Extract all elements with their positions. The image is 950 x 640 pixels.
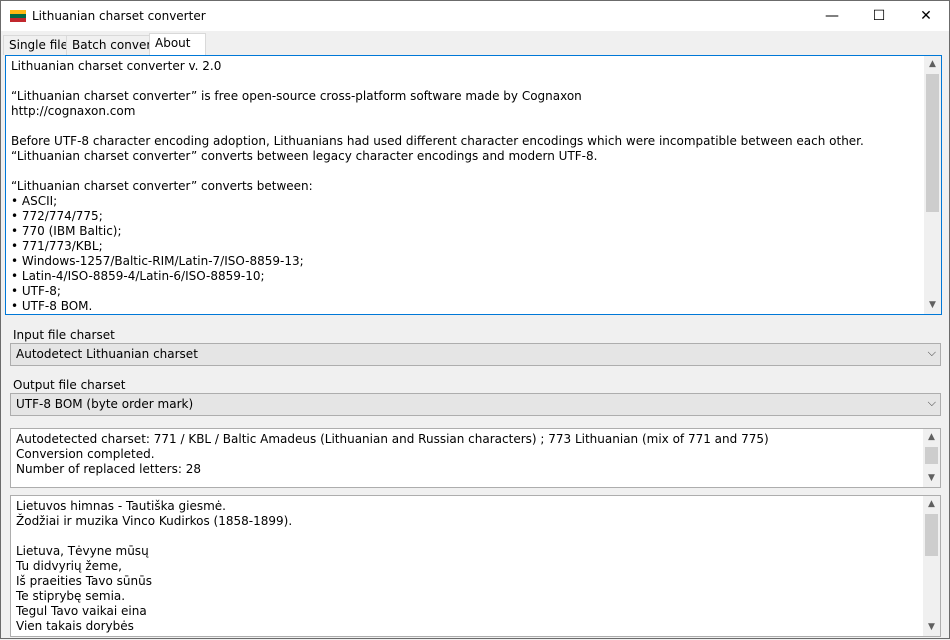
text-line: Lithuanian charset converter v. 2.0	[11, 59, 222, 73]
text-line	[11, 74, 921, 89]
text-line: • ASCII;	[11, 194, 58, 208]
text-line: • Latin-4/ISO-8859-4/Latin-6/ISO-8859-10…	[11, 269, 265, 283]
input-charset-value: Autodetect Lithuanian charset	[16, 347, 198, 361]
text-line: Te stiprybę semia.	[16, 589, 126, 603]
preview-textbox[interactable]: Lietuvos himnas - Tautiška giesmė. Žodžia…	[10, 495, 941, 637]
text-line: • UTF-8 BOM.	[11, 299, 93, 313]
minimize-icon: —	[825, 8, 839, 24]
text-line: “Lithuanian charset converter” converts …	[11, 179, 313, 193]
preview-scrollbar[interactable]: ▲ ▼	[923, 496, 940, 636]
text-line: • 771/773/KBL;	[11, 239, 103, 253]
tab-single-file[interactable]: Single file	[3, 35, 70, 55]
flag-stripe	[10, 18, 26, 22]
scroll-thumb[interactable]	[925, 514, 938, 556]
maximize-icon: ☐	[872, 8, 886, 24]
text-line: Number of replaced letters: 28	[16, 462, 201, 476]
text-line	[11, 119, 921, 134]
text-line: Žodžiai ir muzika Vinco Kudirkos (1858-1…	[16, 514, 293, 528]
title-bar[interactable]: Lithuanian charset converter — ☐ ✕	[0, 0, 950, 31]
text-line: Tegul Tavo vaikai eina	[16, 604, 147, 618]
text-line: http://cognaxon.com	[11, 104, 136, 118]
scroll-thumb[interactable]	[925, 447, 938, 464]
input-charset-label: Input file charset	[13, 328, 115, 342]
text-line: Autodetected charset: 771 / KBL / Baltic…	[16, 432, 769, 446]
tab-batch-convert[interactable]: Batch convert	[66, 35, 158, 55]
about-text: Lithuanian charset converter v. 2.0 “Lith…	[11, 59, 921, 314]
maximize-button[interactable]: ☐	[856, 1, 902, 31]
text-line: • 770 (IBM Baltic);	[11, 224, 122, 238]
chevron-down-icon: ⌵	[927, 396, 936, 409]
chevron-down-icon: ⌵	[927, 346, 936, 359]
text-line: “Lithuanian charset converter” is free o…	[11, 89, 582, 103]
text-line: Conversion completed.	[16, 447, 155, 461]
preview-text: Lietuvos himnas - Tautiška giesmė. Žodžia…	[16, 499, 920, 634]
minimize-button[interactable]: —	[809, 1, 855, 31]
scroll-thumb[interactable]	[926, 74, 939, 212]
text-line: • Windows-1257/Baltic-RIM/Latin-7/ISO-88…	[11, 254, 304, 268]
status-text: Autodetected charset: 771 / KBL / Baltic…	[16, 432, 920, 477]
text-line: “Lithuanian charset converter” converts …	[11, 149, 598, 163]
input-charset-select[interactable]: Autodetect Lithuanian charset ⌵	[10, 343, 941, 366]
scroll-down-icon[interactable]: ▼	[923, 619, 940, 636]
text-line: • 772/774/775;	[11, 209, 103, 223]
text-line: Vien takais dorybės	[16, 619, 134, 633]
text-line: Lietuvos himnas - Tautiška giesmė.	[16, 499, 226, 513]
output-charset-label: Output file charset	[13, 378, 126, 392]
scroll-up-icon[interactable]: ▲	[924, 56, 941, 73]
scroll-down-icon[interactable]: ▼	[924, 297, 941, 314]
output-charset-select[interactable]: UTF-8 BOM (byte order mark) ⌵	[10, 393, 941, 416]
about-textbox[interactable]: Lithuanian charset converter v. 2.0 “Lith…	[5, 55, 942, 315]
status-scrollbar[interactable]: ▲ ▼	[923, 429, 940, 487]
scroll-up-icon[interactable]: ▲	[923, 496, 940, 513]
output-charset-value: UTF-8 BOM (byte order mark)	[16, 397, 194, 411]
close-button[interactable]: ✕	[903, 1, 949, 31]
text-line: • UTF-8;	[11, 284, 61, 298]
scroll-down-icon[interactable]: ▼	[923, 470, 940, 487]
tab-about[interactable]: About	[149, 33, 206, 56]
scroll-up-icon[interactable]: ▲	[923, 429, 940, 446]
text-line: Lietuva, Tėvyne mūsų	[16, 544, 149, 558]
text-line	[16, 529, 920, 544]
text-line: Tu didvyrių žeme,	[16, 559, 122, 573]
window-title: Lithuanian charset converter	[32, 9, 206, 23]
lithuanian-flag-icon	[10, 10, 26, 22]
text-line	[11, 164, 921, 179]
close-icon: ✕	[920, 8, 932, 24]
text-line: Before UTF-8 character encoding adoption…	[11, 134, 864, 148]
about-scrollbar[interactable]: ▲ ▼	[924, 56, 941, 314]
status-textbox[interactable]: Autodetected charset: 771 / KBL / Baltic…	[10, 428, 941, 488]
text-line: Iš praeities Tavo sūnūs	[16, 574, 152, 588]
